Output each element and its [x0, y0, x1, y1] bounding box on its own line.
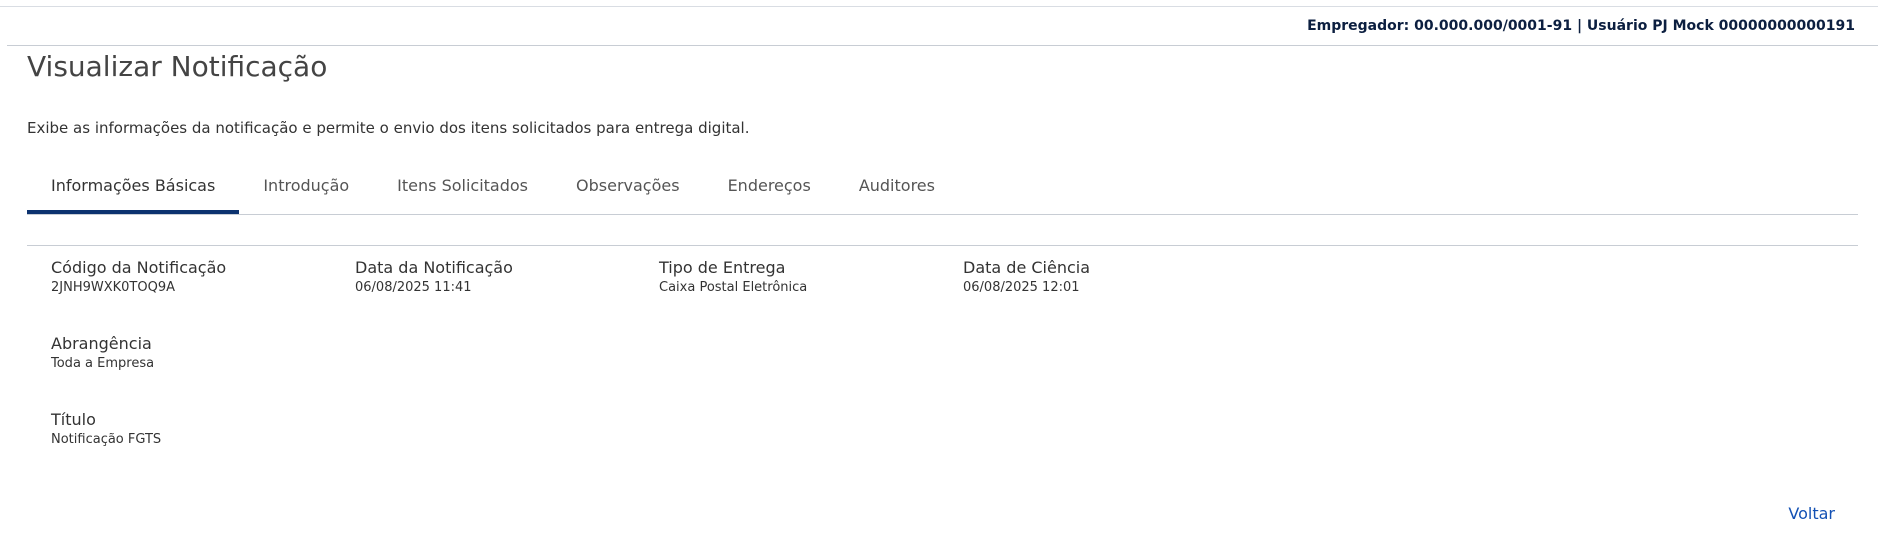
header-divider — [7, 45, 1878, 46]
tab-auditores[interactable]: Auditores — [835, 166, 959, 214]
field-tipo-entrega: Tipo de Entrega Caixa Postal Eletrônica — [659, 258, 807, 297]
field-value: Caixa Postal Eletrônica — [659, 280, 808, 295]
field-data-notificacao: Data da Notificação 06/08/2025 11:41 — [355, 258, 513, 297]
tab-enderecos[interactable]: Endereços — [704, 166, 835, 214]
field-data-ciencia: Data de Ciência 06/08/2025 12:01 — [963, 258, 1090, 297]
field-abrangencia: Abrangência Toda a Empresa — [51, 334, 154, 373]
field-label: Abrangência — [51, 334, 152, 353]
content-divider — [27, 245, 1858, 246]
field-value: 2JNH9WXK0TOQ9A — [51, 280, 176, 295]
page: Empregador: 00.000.000/0001-91 | Usuário… — [0, 0, 1878, 542]
field-value: Notificação FGTS — [51, 432, 162, 447]
back-button[interactable]: Voltar — [1788, 504, 1835, 523]
page-title: Visualizar Notificação — [27, 50, 328, 83]
user-info: Empregador: 00.000.000/0001-91 | Usuário… — [1307, 18, 1855, 34]
tab-observacoes[interactable]: Observações — [552, 166, 704, 214]
field-value: Toda a Empresa — [51, 356, 155, 371]
field-value: 06/08/2025 11:41 — [355, 280, 472, 295]
tab-itens-solicitados[interactable]: Itens Solicitados — [373, 166, 552, 214]
field-titulo: Título Notificação FGTS — [51, 410, 161, 449]
page-description: Exibe as informações da notificação e pe… — [27, 119, 750, 137]
field-value: 06/08/2025 12:01 — [963, 280, 1080, 295]
tab-introducao[interactable]: Introdução — [239, 166, 373, 214]
field-label: Data de Ciência — [963, 258, 1091, 277]
tab-bar: Informações Básicas Introdução Itens Sol… — [27, 166, 1858, 215]
field-label: Código da Notificação — [51, 258, 227, 277]
field-label: Data da Notificação — [355, 258, 513, 277]
field-label: Título — [51, 410, 96, 429]
top-divider — [0, 6, 1878, 7]
field-label: Tipo de Entrega — [659, 258, 786, 277]
field-codigo-notificacao: Código da Notificação 2JNH9WXK0TOQ9A — [51, 258, 226, 297]
tab-informacoes-basicas[interactable]: Informações Básicas — [27, 166, 240, 214]
